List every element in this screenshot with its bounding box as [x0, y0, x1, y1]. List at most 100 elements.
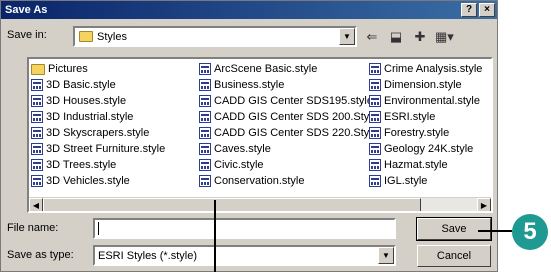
style-file-icon	[369, 127, 381, 139]
style-file-icon	[31, 95, 43, 107]
file-item[interactable]: ArcScene Basic.style	[199, 61, 378, 77]
file-item-label: 3D Basic.style	[46, 79, 116, 91]
file-item-label: Forestry.style	[384, 127, 450, 139]
file-item-label: IGL.style	[384, 175, 428, 187]
file-item-label: ArcScene Basic.style	[214, 63, 318, 75]
chevron-down-icon[interactable]: ▼	[378, 247, 394, 264]
style-file-icon	[199, 63, 211, 75]
new-folder-icon[interactable]: ✚	[411, 29, 429, 45]
style-file-icon	[31, 127, 43, 139]
file-list[interactable]: Pictures 3D Basic.style 3D Houses.style 3D …	[27, 57, 493, 213]
file-item[interactable]: IGL.style	[369, 173, 482, 189]
file-item[interactable]: Conservation.style	[199, 173, 378, 189]
style-file-icon	[369, 95, 381, 107]
file-item[interactable]: Civic.style	[199, 157, 378, 173]
style-file-icon	[31, 175, 43, 187]
file-item[interactable]: 3D Street Furniture.style	[31, 141, 165, 157]
file-item-label: 3D Houses.style	[46, 95, 127, 107]
file-item[interactable]: Environmental.style	[369, 93, 482, 109]
file-item[interactable]: Business.style	[199, 77, 378, 93]
file-item-label: 3D Street Furniture.style	[46, 143, 166, 155]
style-file-icon	[369, 111, 381, 123]
file-item[interactable]: 3D Houses.style	[31, 93, 165, 109]
file-item[interactable]: CADD GIS Center SDS 220.Style	[199, 125, 378, 141]
style-file-icon	[369, 79, 381, 91]
file-item-label: 3D Trees.style	[46, 159, 117, 171]
file-item-label: Hazmat.style	[384, 159, 448, 171]
save-as-dialog: Save As ? × Save in: Styles ▼ ⇐ ⬓ ✚ ▦▾ P…	[0, 0, 498, 272]
file-item[interactable]: 3D Skyscrapers.style	[31, 125, 165, 141]
file-item[interactable]: Hazmat.style	[369, 157, 482, 173]
scroll-right-icon[interactable]: ▶	[477, 198, 491, 211]
scroll-left-icon[interactable]: ◀	[29, 198, 43, 211]
style-file-icon	[199, 79, 211, 91]
file-column-2: ArcScene Basic.style Business.style CADD G…	[199, 61, 378, 189]
file-item-label: Dimension.style	[384, 79, 462, 91]
file-item-label: Geology 24K.style	[384, 143, 474, 155]
file-item-label: ESRI.style	[384, 111, 436, 123]
file-item[interactable]: 3D Industrial.style	[31, 109, 165, 125]
file-item[interactable]: CADD GIS Center SDS195.style	[199, 93, 378, 109]
up-folder-icon[interactable]: ⬓	[387, 29, 405, 45]
chevron-down-icon[interactable]: ▼	[339, 28, 355, 45]
scroll-thumb[interactable]	[43, 198, 421, 211]
close-button[interactable]: ×	[479, 3, 495, 17]
style-file-icon	[199, 127, 211, 139]
style-file-icon	[31, 143, 43, 155]
text-caret	[98, 222, 99, 235]
file-item-label: Caves.style	[214, 143, 271, 155]
file-item[interactable]: 3D Trees.style	[31, 157, 165, 173]
file-item-label: 3D Skyscrapers.style	[46, 127, 150, 139]
file-item-label: CADD GIS Center SDS 220.Style	[214, 127, 378, 139]
title-bar: Save As ? ×	[1, 1, 497, 19]
style-file-icon	[199, 175, 211, 187]
cancel-button[interactable]: Cancel	[417, 245, 491, 267]
file-column-1: Pictures 3D Basic.style 3D Houses.style 3D …	[31, 61, 165, 189]
callout-line-bottom	[214, 200, 216, 272]
file-item-label: Conservation.style	[214, 175, 305, 187]
help-button[interactable]: ?	[461, 3, 477, 17]
file-item-label: 3D Industrial.style	[46, 111, 134, 123]
file-item[interactable]: ESRI.style	[369, 109, 482, 125]
file-item-label: Civic.style	[214, 159, 264, 171]
style-file-icon	[31, 111, 43, 123]
save-button[interactable]: Save	[416, 217, 492, 241]
file-item[interactable]: Crime Analysis.style	[369, 61, 482, 77]
file-item[interactable]: Dimension.style	[369, 77, 482, 93]
file-item[interactable]: CADD GIS Center SDS 200.Style	[199, 109, 378, 125]
window-title: Save As	[5, 4, 48, 16]
file-item-label: Pictures	[48, 63, 88, 75]
file-item[interactable]: Forestry.style	[369, 125, 482, 141]
folder-icon	[31, 63, 45, 75]
save-as-type-dropdown[interactable]: ESRI Styles (*.style) ▼	[93, 245, 396, 266]
style-file-icon	[199, 111, 211, 123]
style-file-icon	[31, 79, 43, 91]
file-item[interactable]: Geology 24K.style	[369, 141, 482, 157]
folder-icon	[79, 31, 93, 42]
file-item-label: Crime Analysis.style	[384, 63, 483, 75]
style-file-icon	[369, 175, 381, 187]
file-item-label: CADD GIS Center SDS 200.Style	[214, 111, 378, 123]
navigation-toolbar: ⇐ ⬓ ✚ ▦▾	[363, 26, 454, 47]
file-name-input[interactable]	[93, 218, 396, 239]
save-as-type-label: Save as type:	[7, 249, 74, 261]
file-item[interactable]: 3D Vehicles.style	[31, 173, 165, 189]
horizontal-scrollbar[interactable]: ◀ ▶	[29, 197, 491, 211]
style-file-icon	[199, 95, 211, 107]
save-as-type-value: ESRI Styles (*.style)	[98, 249, 198, 262]
step-number-badge: 5	[512, 214, 548, 250]
file-item[interactable]: 3D Basic.style	[31, 77, 165, 93]
file-item[interactable]: Caves.style	[199, 141, 378, 157]
file-name-label: File name:	[7, 222, 59, 234]
file-item-label: Environmental.style	[384, 95, 480, 107]
file-item-label: CADD GIS Center SDS195.style	[214, 95, 373, 107]
save-in-value: Styles	[97, 30, 127, 43]
file-item-label: Business.style	[214, 79, 285, 91]
save-in-dropdown[interactable]: Styles ▼	[73, 26, 357, 47]
style-file-icon	[31, 159, 43, 171]
view-menu-icon[interactable]: ▦▾	[435, 29, 454, 45]
back-icon[interactable]: ⇐	[363, 29, 381, 45]
file-item[interactable]: Pictures	[31, 61, 165, 77]
file-item-label: 3D Vehicles.style	[46, 175, 130, 187]
save-in-label: Save in:	[7, 29, 47, 41]
